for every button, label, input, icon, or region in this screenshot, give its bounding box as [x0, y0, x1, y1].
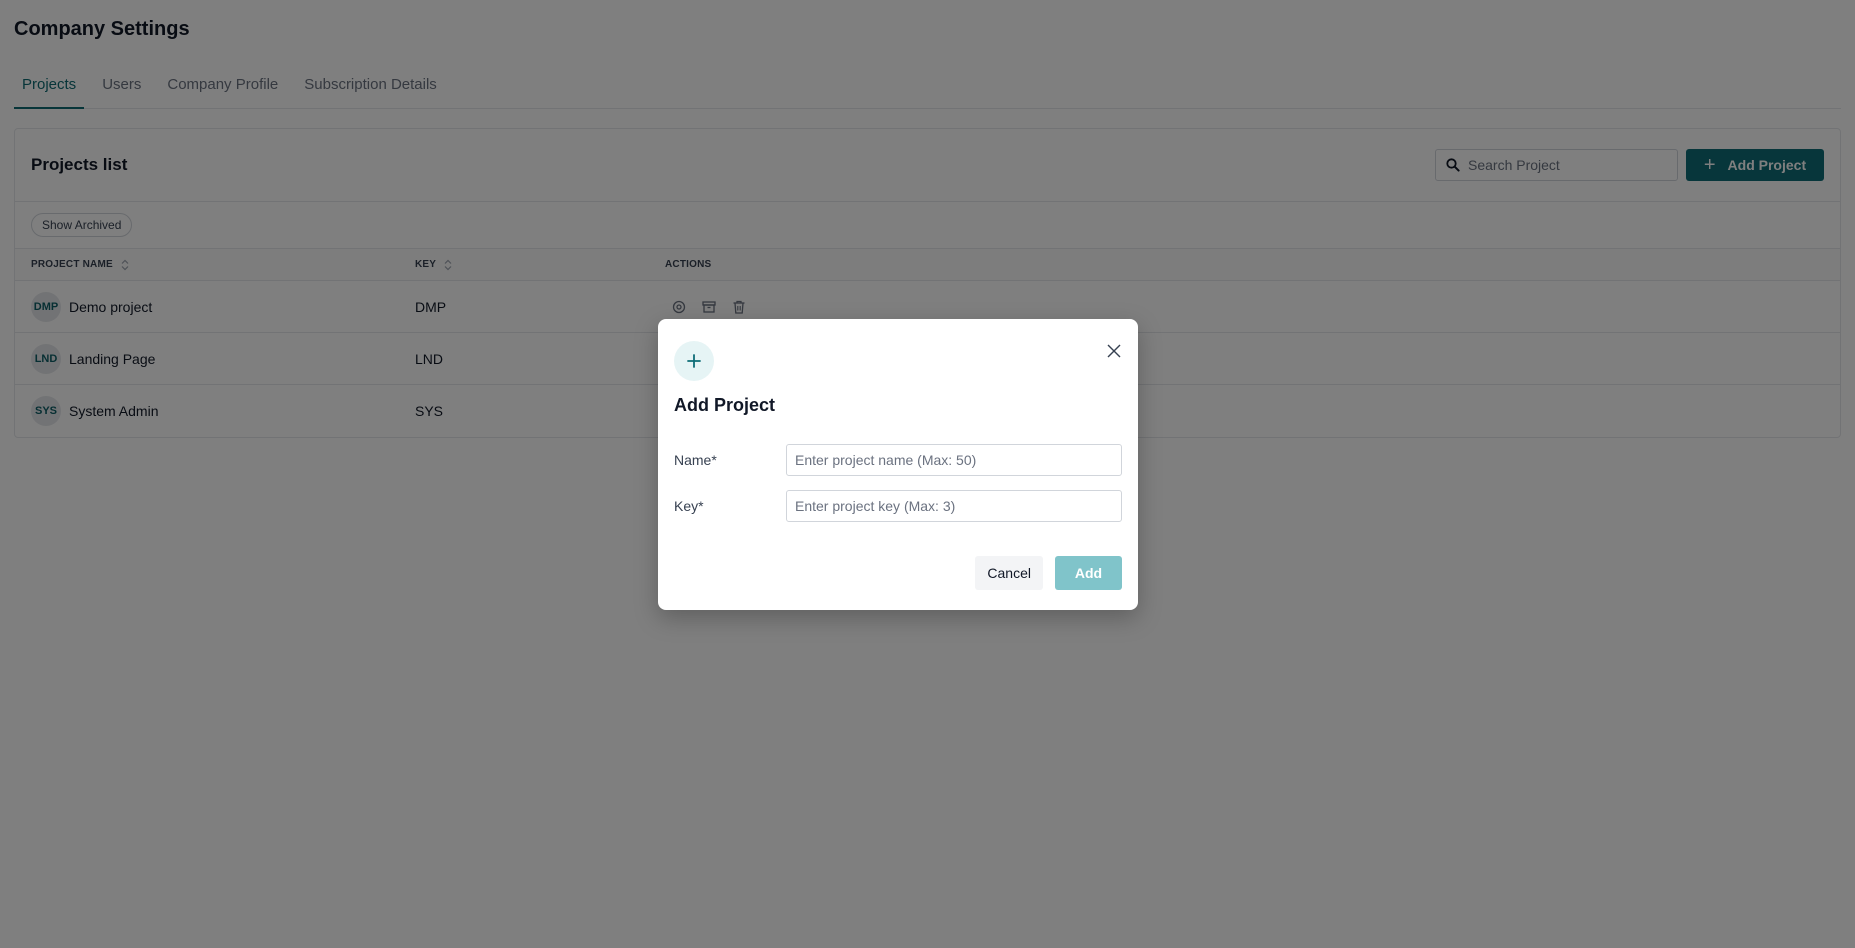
plus-icon [674, 341, 714, 381]
add-project-form: Name* Key* [674, 444, 1122, 522]
add-button[interactable]: Add [1055, 556, 1122, 590]
dialog-footer: Cancel Add [975, 556, 1122, 590]
dialog-title: Add Project [674, 395, 776, 415]
close-icon[interactable] [1106, 343, 1122, 364]
key-row: Key* [674, 490, 1122, 522]
name-label: Name* [674, 452, 717, 468]
name-row: Name* [674, 444, 1122, 476]
cancel-button[interactable]: Cancel [975, 556, 1043, 590]
add-project-dialog: Add Project Name* Key* Cancel Add [658, 319, 1138, 610]
project-key-field[interactable] [786, 490, 1122, 522]
key-label: Key* [674, 498, 704, 514]
project-name-field[interactable] [786, 444, 1122, 476]
